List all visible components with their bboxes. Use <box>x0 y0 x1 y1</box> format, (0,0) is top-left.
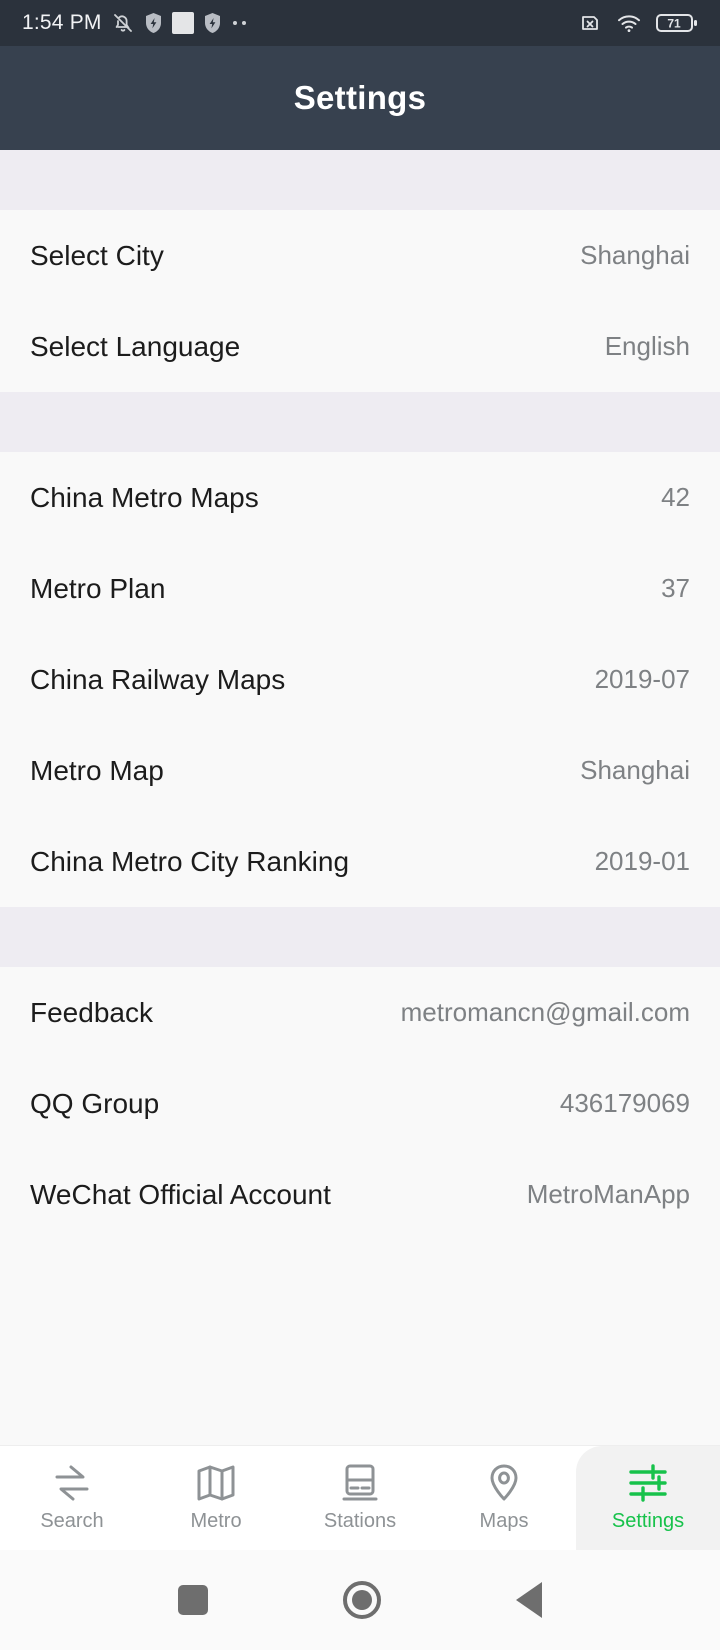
tab-label: Metro <box>190 1510 242 1532</box>
row-value: 37 <box>661 573 690 603</box>
status-clock: 1:54 PM <box>22 11 102 34</box>
tab-search[interactable]: Search <box>0 1446 144 1550</box>
section-divider <box>0 150 720 210</box>
circle-icon[interactable] <box>342 1581 381 1619</box>
row-label: Metro Plan <box>30 572 166 604</box>
status-bar-left: 1:54 PM <box>22 11 246 35</box>
setting-row-metro-plan[interactable]: Metro Plan 37 <box>0 543 720 634</box>
setting-row-china-metro-maps[interactable]: China Metro Maps 42 <box>0 452 720 543</box>
row-value: 42 <box>661 482 690 512</box>
transfer-arrows-icon <box>49 1463 95 1503</box>
train-car-icon <box>339 1463 381 1503</box>
tab-stations[interactable]: Stations <box>288 1446 432 1550</box>
status-bar-right: 71 <box>578 11 698 35</box>
row-label: Select City <box>30 239 164 271</box>
wifi-icon <box>616 12 642 34</box>
settings-group-data: China Metro Maps 42 Metro Plan 37 China … <box>0 452 720 907</box>
triangle-left-icon[interactable] <box>516 1582 543 1618</box>
row-value: 436179069 <box>559 1088 690 1118</box>
settings-group-contact: Feedback metromancn@gmail.com QQ Group 4… <box>0 967 720 1240</box>
row-label: Select Language <box>30 330 241 362</box>
page-title: Settings <box>293 79 427 116</box>
section-divider <box>0 907 720 967</box>
folded-map-icon <box>195 1463 237 1503</box>
shield-icon <box>144 12 163 34</box>
row-label: China Metro Maps <box>30 481 259 513</box>
app-bar: Settings <box>0 46 720 150</box>
shield-icon <box>203 12 222 34</box>
setting-row-feedback[interactable]: Feedback metromancn@gmail.com <box>0 967 720 1058</box>
setting-row-metro-map[interactable]: Metro Map Shanghai <box>0 725 720 816</box>
status-bar: 1:54 PM 71 <box>0 0 720 46</box>
row-label: Feedback <box>30 996 153 1028</box>
tab-label: Settings <box>611 1510 685 1532</box>
setting-row-china-metro-city-ranking[interactable]: China Metro City Ranking 2019-01 <box>0 816 720 907</box>
row-label: China Railway Maps <box>30 663 286 695</box>
row-value: MetroManApp <box>526 1179 690 1209</box>
settings-list: Select City Shanghai Select Language Eng… <box>0 150 720 1445</box>
phone-screen: 1:54 PM 71 Settings Select City Shanghai… <box>0 0 720 1650</box>
sim-card-off-icon <box>578 11 602 35</box>
square-icon[interactable] <box>177 1585 208 1615</box>
tab-label: Search <box>40 1510 104 1532</box>
location-pin-icon <box>484 1463 524 1503</box>
row-value: Shanghai <box>580 755 690 785</box>
row-label: Metro Map <box>30 754 164 786</box>
sliders-icon <box>626 1463 670 1503</box>
row-value: metromancn@gmail.com <box>400 997 690 1027</box>
battery-icon: 71 <box>656 12 698 34</box>
row-value: 2019-01 <box>594 846 690 876</box>
row-value: English <box>604 331 690 361</box>
bottom-tab-bar: Search Metro Stations Maps Settings <box>0 1445 720 1550</box>
settings-group-locale: Select City Shanghai Select Language Eng… <box>0 210 720 392</box>
tab-metro[interactable]: Metro <box>144 1446 288 1550</box>
tab-label: Stations <box>323 1510 397 1532</box>
android-navigation-bar <box>0 1550 720 1650</box>
setting-row-select-city[interactable]: Select City Shanghai <box>0 210 720 301</box>
tab-maps[interactable]: Maps <box>432 1446 576 1550</box>
row-label: QQ Group <box>30 1087 160 1119</box>
setting-row-china-railway-maps[interactable]: China Railway Maps 2019-07 <box>0 634 720 725</box>
section-divider <box>0 392 720 452</box>
setting-row-qq-group[interactable]: QQ Group 436179069 <box>0 1058 720 1149</box>
battery-level: 71 <box>667 17 681 31</box>
row-label: China Metro City Ranking <box>30 845 350 877</box>
tab-label: Maps <box>479 1510 529 1532</box>
overflow-dots-icon <box>232 21 246 25</box>
tab-settings[interactable]: Settings <box>576 1446 720 1550</box>
setting-row-wechat-official-account[interactable]: WeChat Official Account MetroManApp <box>0 1149 720 1240</box>
bell-muted-icon <box>111 11 135 35</box>
white-square-icon <box>171 12 194 34</box>
setting-row-select-language[interactable]: Select Language English <box>0 301 720 392</box>
row-label: WeChat Official Account <box>30 1178 331 1210</box>
row-value: 2019-07 <box>594 664 690 694</box>
row-value: Shanghai <box>580 240 690 270</box>
